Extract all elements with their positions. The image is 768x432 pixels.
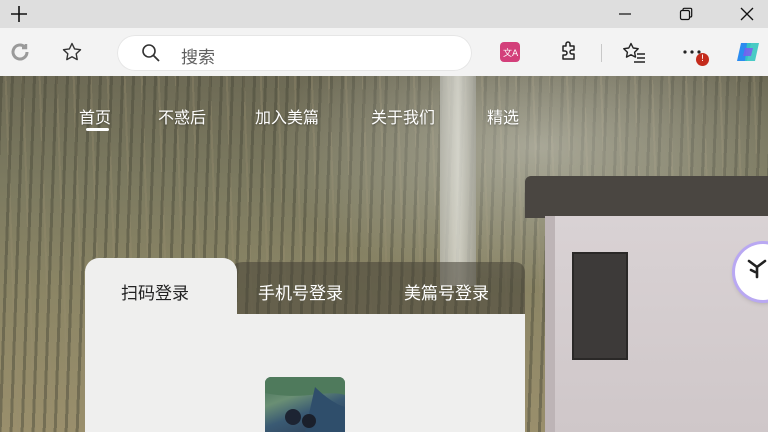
- new-tab-button[interactable]: [6, 0, 32, 28]
- background-tree: [440, 76, 476, 286]
- login-card: 扫码登录 手机号登录 美篇号登录: [85, 258, 525, 432]
- background-shed-roof: [525, 176, 768, 218]
- extensions-button[interactable]: [555, 38, 583, 66]
- star-icon: [62, 42, 82, 61]
- qr-code-image: [265, 377, 345, 432]
- plus-icon: [11, 6, 27, 22]
- page-background: 首页 不惑后 加入美篇 关于我们 精选 扫码登录 手机号登录 美篇号登录: [0, 76, 768, 432]
- copilot-button[interactable]: [734, 38, 762, 66]
- minimize-button[interactable]: [610, 0, 640, 28]
- maximize-button[interactable]: [671, 0, 701, 28]
- refresh-button[interactable]: [6, 38, 34, 66]
- edge-refresh-icon: [11, 43, 29, 61]
- favorites-list-icon: [623, 42, 645, 63]
- restore-icon: [679, 7, 693, 21]
- tab-phone-login[interactable]: 手机号登录: [258, 279, 343, 304]
- favorites-button[interactable]: [620, 38, 648, 66]
- translate-button[interactable]: 文A: [496, 38, 524, 66]
- more-button[interactable]: !: [678, 38, 709, 66]
- search-icon: [142, 44, 160, 62]
- tab-qr-login[interactable]: 扫码登录: [121, 279, 189, 304]
- nav-featured[interactable]: 精选: [487, 104, 519, 128]
- address-bar[interactable]: 搜索: [117, 35, 472, 71]
- title-bar: [0, 0, 768, 28]
- toolbar-divider: [601, 44, 602, 62]
- copilot-icon: [737, 43, 759, 61]
- close-button[interactable]: [732, 0, 762, 28]
- background-shed-edge: [545, 216, 555, 432]
- assistant-icon: [747, 259, 767, 279]
- search-placeholder: 搜索: [181, 48, 215, 68]
- close-icon: [740, 7, 754, 21]
- favorite-button[interactable]: [58, 38, 86, 66]
- nav-buhuohou[interactable]: 不惑后: [158, 104, 206, 128]
- nav-about[interactable]: 关于我们: [371, 104, 435, 128]
- svg-text:文A: 文A: [503, 47, 519, 59]
- nav-join[interactable]: 加入美篇: [255, 104, 319, 128]
- background-shed-door: [572, 252, 628, 360]
- translate-icon: 文A: [500, 42, 520, 62]
- nav-home[interactable]: 首页: [79, 104, 111, 128]
- nav-active-indicator: [86, 128, 109, 131]
- tab-meipian-id-login[interactable]: 美篇号登录: [404, 279, 489, 304]
- notification-badge: !: [696, 53, 709, 66]
- minimize-icon: [619, 13, 631, 15]
- puzzle-icon: [562, 41, 575, 60]
